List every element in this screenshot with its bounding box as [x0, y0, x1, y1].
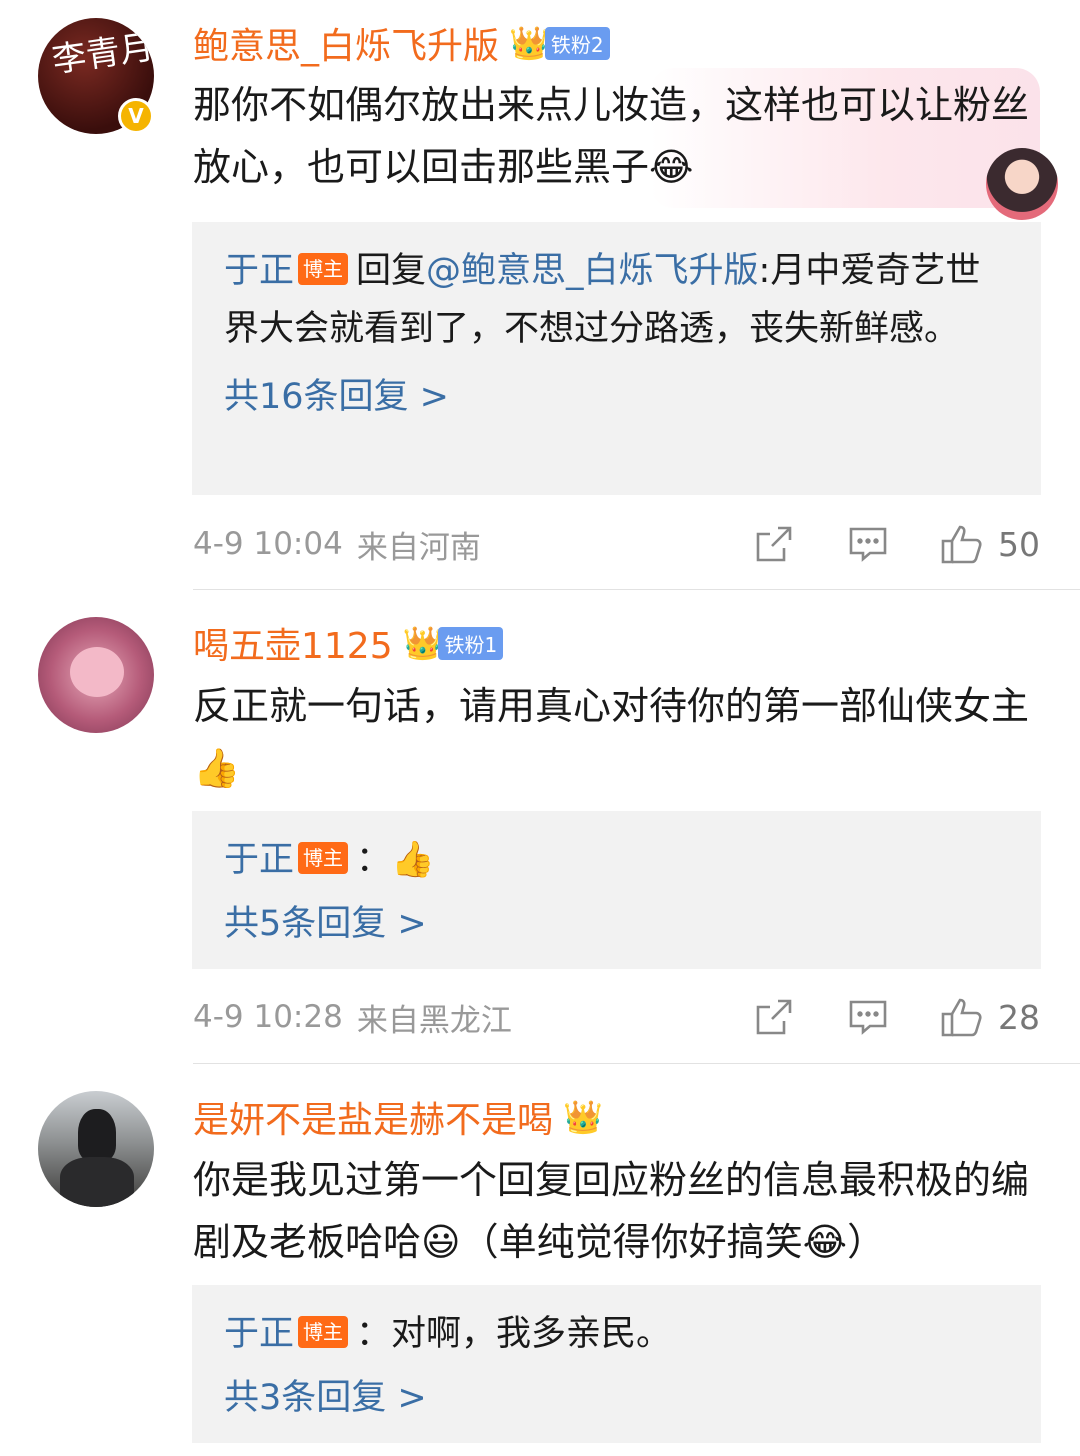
- laughing-emoji-icon: 😂: [649, 145, 694, 189]
- reply-body: ：👍: [356, 840, 435, 880]
- host-badge: 博主: [298, 253, 349, 285]
- reply-preview[interactable]: 于正 博主 ：👍 共5条回复 >: [192, 811, 1041, 969]
- username[interactable]: 是妍不是盐是赫不是喝: [193, 1091, 553, 1143]
- crown-icon: 👑: [509, 24, 549, 62]
- avatar-calligraphy: 李青月: [49, 27, 154, 81]
- share-icon[interactable]: [754, 524, 794, 564]
- crown-icon: 👑: [402, 624, 443, 662]
- fan-level-badge: 铁粉1: [438, 626, 504, 660]
- host-badge: 博主: [298, 1316, 349, 1348]
- comment-header: 喝五壶1125 👑 铁粉1: [193, 617, 504, 669]
- reply-text: 于正 博主 ：👍: [224, 831, 1011, 889]
- action-bar: 50: [754, 523, 1040, 565]
- mention-link[interactable]: @鲍意思_白烁飞升版: [426, 251, 759, 291]
- comment-time: 4-9 10:04: [193, 526, 343, 562]
- divider: [193, 589, 1080, 590]
- comment-location: 来自河南: [356, 529, 481, 566]
- action-bar: 28: [754, 996, 1040, 1038]
- comment-header: 是妍不是盐是赫不是喝 👑: [193, 1092, 603, 1142]
- comment-text: 你是我见过第一个回复回应粉丝的信息最积极的编剧及老板哈哈😃（单纯觉得你好搞笑😂）: [193, 1149, 1038, 1273]
- comment-icon[interactable]: [848, 525, 888, 563]
- thumbs-up-emoji-icon: 👍: [193, 746, 241, 790]
- like-count: 28: [998, 997, 1040, 1037]
- avatar-bear: [70, 647, 124, 697]
- more-replies-link[interactable]: 共3条回复 >: [224, 1369, 1011, 1427]
- avatar-body: [60, 1157, 134, 1207]
- crown-icon: 👑: [563, 1098, 603, 1136]
- reply-prefix: 回复: [356, 251, 427, 291]
- comment-body-cont: （单纯觉得你好搞笑: [460, 1220, 803, 1264]
- share-icon[interactable]: [754, 997, 794, 1037]
- host-badge: 博主: [298, 842, 349, 874]
- comment-header: 鲍意思_白烁飞升版 👑 铁粉2: [193, 18, 610, 68]
- user-avatar[interactable]: [38, 1091, 154, 1207]
- reply-text: 于正 博主 ：对啊，我多亲民。: [224, 1305, 1011, 1363]
- comment-text: 那你不如偶尔放出来点儿妆造，这样也可以让粉丝放心，也可以回击那些黑子😂: [193, 74, 1038, 198]
- reply-text: 于正 博主 回复@鲍意思_白烁飞升版:月中爱奇艺世界大会就看到了，不想过分路透，丧失…: [224, 242, 1011, 358]
- comment-meta: 4-9 10:28 来自黑龙江 28: [193, 992, 1040, 1042]
- comment-icon[interactable]: [848, 998, 888, 1036]
- like-button[interactable]: 28: [940, 996, 1040, 1038]
- more-replies-link[interactable]: 共16条回复 >: [224, 368, 1011, 426]
- divider: [193, 1063, 1080, 1064]
- laughing-emoji-icon: 😂: [802, 1220, 848, 1264]
- thumbs-up-icon: [941, 525, 982, 564]
- comment-meta: 4-9 10:04 来自河南 50: [193, 519, 1040, 569]
- user-avatar[interactable]: [38, 617, 154, 733]
- comment-text: 反正就一句话，请用真心对待你的第一部仙侠女主 👍: [193, 675, 1038, 799]
- reply-author[interactable]: 于正: [224, 251, 294, 291]
- comment-body: 那你不如偶尔放出来点儿妆造，这样也可以让粉丝放心，也可以回击那些黑子: [193, 83, 1030, 189]
- smiley-emoji-icon: 😃: [421, 1220, 461, 1264]
- reply-body: ：对啊，我多亲民。: [356, 1314, 672, 1354]
- comment-body-end: ）: [847, 1220, 886, 1264]
- reply-author[interactable]: 于正: [224, 840, 294, 880]
- fan-level-badge: 铁粉2: [544, 26, 610, 60]
- username[interactable]: 鲍意思_白烁飞升版: [193, 17, 499, 69]
- thumbs-up-icon: [941, 998, 982, 1037]
- comment-location: 来自黑龙江: [356, 1002, 512, 1039]
- comment-time: 4-9 10:28: [193, 999, 343, 1035]
- more-replies-link[interactable]: 共5条回复 >: [224, 895, 1011, 953]
- comment-body: 反正就一句话，请用真心对待你的第一部仙侠女主: [193, 684, 1030, 728]
- username[interactable]: 喝五壶1125: [193, 617, 393, 669]
- avatar-person: [78, 1109, 116, 1161]
- reply-preview[interactable]: 于正 博主 回复@鲍意思_白烁飞升版:月中爱奇艺世界大会就看到了，不想过分路透，丧失…: [192, 222, 1041, 495]
- like-count: 50: [998, 524, 1040, 564]
- verified-v-icon: V: [118, 98, 154, 134]
- reply-author[interactable]: 于正: [224, 1314, 294, 1354]
- like-button[interactable]: 50: [940, 523, 1040, 565]
- reply-preview[interactable]: 于正 博主 ：对啊，我多亲民。 共3条回复 >: [192, 1285, 1041, 1443]
